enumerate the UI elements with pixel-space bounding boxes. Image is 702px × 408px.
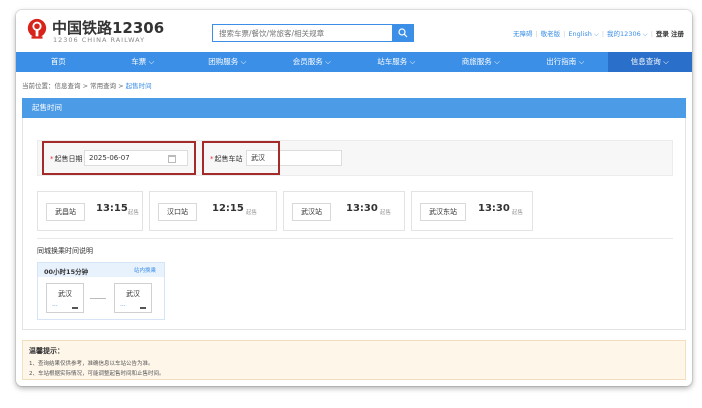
highlight-station — [202, 141, 280, 175]
breadcrumb-path[interactable]: 当前位置：信息查询 > 常用查询 > — [22, 82, 126, 90]
bar-icon — [140, 307, 146, 309]
transfer-duration: 00小时15分钟 — [44, 268, 89, 276]
bar-icon — [72, 307, 78, 309]
dots-icon: ··· — [120, 303, 126, 310]
main-nav: 首页 车票 ⌵ 团购服务 ⌵ 会员服务 ⌵ 站车服务 ⌵ 商旅服务 ⌵ 出行指南… — [16, 52, 692, 72]
station-name: 汉口站 — [158, 203, 197, 221]
station-card[interactable]: 武汉东站 13:30 起售 — [411, 191, 533, 231]
highlight-date — [42, 141, 196, 175]
tips-box: 温馨提示： 1、查询结果仅供参考，准确信息以车站公告为准。 2、车站根据实际情况… — [22, 340, 686, 380]
tip-line: 2、车站根据实际情况，可能调整起售时间和止售时间。 — [29, 371, 165, 377]
brand-subtitle: 12306 CHINA RAILWAY — [53, 36, 146, 44]
query-form: *起售日期 *起售车站 — [37, 140, 673, 176]
station-card[interactable]: 武昌站 13:15 起售 — [37, 191, 143, 231]
transfer-to-station: 武汉 ··· — [114, 283, 152, 313]
top-links: 无障碍 | 敬老版 | English ⌵ | 我的12306 ⌵ | 登录 注册 — [512, 30, 684, 38]
nav-home[interactable]: 首页 — [16, 52, 101, 72]
arrow-icon — [90, 298, 106, 299]
language-link[interactable]: English ⌵ — [568, 30, 598, 38]
from-station-name: 武汉 — [58, 290, 72, 298]
sale-suffix: 起售 — [512, 210, 524, 216]
nav-station-service[interactable]: 站车服务 ⌵ — [354, 52, 439, 72]
station-card[interactable]: 汉口站 12:15 起售 — [149, 191, 277, 231]
elder-mode-link[interactable]: 敬老版 — [541, 30, 561, 38]
tips-title: 温馨提示： — [29, 347, 64, 355]
sale-time: 13:30 — [346, 203, 378, 214]
transfer-card[interactable]: 00小时15分钟 站内换乘 武汉 ··· 武汉 ··· — [37, 262, 165, 320]
sale-time: 12:15 — [212, 203, 244, 214]
nav-guide[interactable]: 出行指南 ⌵ — [523, 52, 608, 72]
accessibility-link[interactable]: 无障碍 — [513, 30, 533, 38]
tip-line: 1、查询结果仅供参考，准确信息以车站公告为准。 — [29, 361, 154, 367]
sale-suffix: 起售 — [380, 210, 392, 216]
brand-name[interactable]: 中国铁路12306 — [52, 17, 164, 38]
transfer-from-station: 武汉 ··· — [46, 283, 84, 313]
breadcrumb-current: 起售时间 — [125, 82, 152, 90]
panel-title: 起售时间 — [22, 98, 686, 118]
sale-suffix: 起售 — [246, 210, 258, 216]
dots-icon: ··· — [52, 303, 58, 310]
station-name: 武汉站 — [292, 203, 331, 221]
search-icon — [398, 27, 408, 37]
nav-info-query[interactable]: 信息查询 ⌵ — [607, 52, 692, 72]
site-header: 中国铁路12306 12306 CHINA RAILWAY 无障碍|敬老版|En… — [16, 10, 692, 52]
divider — [37, 238, 673, 239]
browser-page: 中国铁路12306 12306 CHINA RAILWAY 无障碍|敬老版|En… — [16, 10, 692, 386]
search-input[interactable] — [212, 24, 392, 42]
panel-body: *起售日期 *起售车站 武昌站 13:15 起售 汉口站 12:15 起售 武汉… — [22, 118, 686, 330]
search-button[interactable] — [392, 24, 414, 42]
transfer-section-title: 同城换乘时间说明 — [37, 247, 93, 255]
sale-time: 13:15 — [96, 203, 128, 214]
nav-member[interactable]: 会员服务 ⌵ — [270, 52, 355, 72]
my12306-link[interactable]: 我的12306 ⌵ — [607, 30, 648, 38]
railway-logo-icon[interactable] — [26, 18, 48, 40]
sale-time: 13:30 — [478, 203, 510, 214]
nav-group[interactable]: 团购服务 ⌵ — [185, 52, 270, 72]
login-link[interactable]: 登录 — [656, 30, 669, 38]
register-link[interactable]: 注册 — [671, 30, 684, 38]
nav-tickets[interactable]: 车票 ⌵ — [101, 52, 186, 72]
transfer-type: 站内换乘 — [133, 268, 156, 274]
station-name: 武汉东站 — [420, 203, 466, 221]
transfer-header: 00小时15分钟 站内换乘 — [38, 263, 164, 277]
station-card[interactable]: 武汉站 13:30 起售 — [283, 191, 405, 231]
station-name: 武昌站 — [46, 203, 85, 221]
to-station-name: 武汉 — [126, 290, 140, 298]
sale-suffix: 起售 — [128, 210, 140, 216]
breadcrumb: 当前位置：信息查询 > 常用查询 > 起售时间 — [22, 80, 152, 90]
nav-business[interactable]: 商旅服务 ⌵ — [439, 52, 524, 72]
